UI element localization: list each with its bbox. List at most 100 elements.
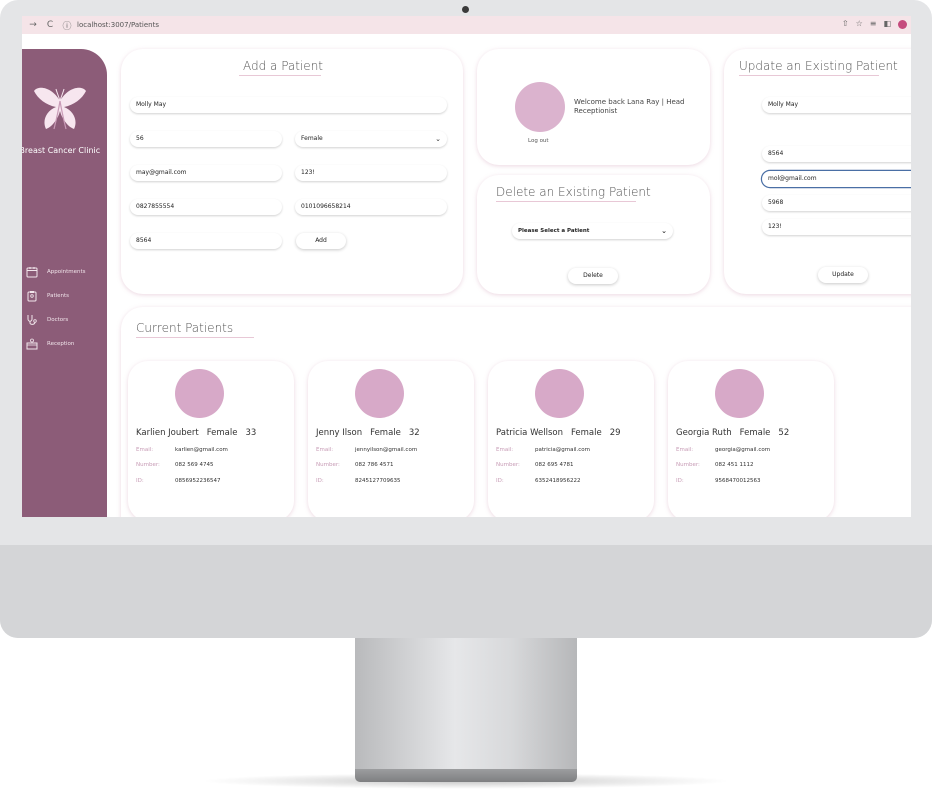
welcome-card: Welcome back Lana Ray | Head Receptionis… (477, 49, 710, 165)
patient-card[interactable]: Georgia Ruth Female 52 Email: georgia@gmai… (668, 361, 834, 517)
patient-avatar (715, 369, 764, 418)
address-bar[interactable]: localhost:3007/Patients (77, 21, 159, 29)
update-password-input[interactable]: 123! (762, 219, 911, 235)
receptionist-avatar (515, 82, 565, 132)
reading-list-icon[interactable]: ≡ (870, 19, 877, 29)
patient-heading: Karlien Joubert Female 33 (136, 428, 256, 438)
gender-select-value: Female (301, 135, 323, 142)
patient-heading: Jenny Ilson Female 32 (316, 428, 420, 438)
patient-age: 52 (778, 428, 790, 438)
forward-icon[interactable]: → (27, 20, 39, 30)
patient-name: Georgia Ruth (676, 428, 732, 438)
email-input[interactable]: may@gmail.com (130, 165, 282, 181)
add-button[interactable]: Add (296, 233, 346, 249)
add-patient-title: Add a Patient (243, 59, 323, 73)
update-patient-card: Update an Existing Patient Molly May 856… (724, 49, 911, 294)
patient-number: 082 695 4781 (535, 462, 574, 468)
patient-id: 8245127709635 (355, 478, 401, 484)
sidebar-item-doctors[interactable]: Doctors (26, 314, 68, 326)
patient-number-input[interactable]: 8564 (130, 233, 282, 249)
email-label: Email: (676, 447, 694, 453)
sidebar-item-label: Patients (47, 293, 70, 299)
password-input[interactable]: 123! (295, 165, 447, 181)
patient-email: jennyilson@gmail.com (355, 447, 418, 453)
star-icon[interactable]: ☆ (856, 19, 863, 29)
id-number-input[interactable]: 0101096658214 (295, 199, 447, 215)
patient-number: 082 451 1112 (715, 462, 754, 468)
patient-card[interactable]: Patricia Wellson Female 29 Email: patricia… (488, 361, 654, 517)
id-label: ID: (676, 478, 684, 484)
patient-select[interactable]: Please Select a Patient ⌄ (512, 223, 673, 239)
email-label: Email: (136, 447, 154, 453)
patient-gender: Female (206, 428, 238, 438)
patient-id: 9568470012563 (715, 478, 761, 484)
id-label: ID: (316, 478, 324, 484)
age-input[interactable]: 56 (130, 131, 282, 147)
update-email-input[interactable]: mol@gmail.com (762, 171, 911, 187)
sidepanel-icon[interactable]: ◧ (883, 19, 891, 29)
chevron-down-icon: ⌄ (661, 227, 667, 235)
patient-email: karlien@gmail.com (175, 447, 228, 453)
sidebar-item-label: Reception (47, 341, 75, 347)
calendar-icon (26, 267, 38, 278)
delete-button[interactable]: Delete (568, 268, 618, 284)
email-label: Email: (496, 447, 514, 453)
phone-input[interactable]: 0827855554 (130, 199, 282, 215)
monitor-stand (355, 638, 577, 770)
update-patient-number-input[interactable]: 8564 (762, 146, 911, 162)
patient-gender: Female (570, 428, 602, 438)
extension-icon[interactable] (898, 20, 907, 29)
reload-icon[interactable]: C (44, 20, 56, 30)
browser-actions: ⇧ ☆ ≡ ◧ (842, 19, 907, 29)
delete-patient-card: Delete an Existing Patient Please Select… (477, 175, 710, 294)
current-patients-title: Current Patients (136, 321, 234, 335)
patient-id: 6352418956222 (535, 478, 581, 484)
patient-avatar (175, 369, 224, 418)
patient-card[interactable]: Karlien Joubert Female 33 Email: karlien@g… (128, 361, 294, 517)
clipboard-icon (27, 291, 37, 302)
screen: → C ⓘ localhost:3007/Patients ⇧ ☆ ≡ ◧ Th… (22, 16, 911, 517)
number-label: Number: (496, 462, 520, 468)
patient-select-value: Please Select a Patient (518, 228, 590, 234)
patient-email: georgia@gmail.com (715, 447, 771, 453)
sidebar: The Breast Cancer Clinic Appointments Pa… (22, 49, 107, 517)
delete-patient-title: Delete an Existing Patient (496, 185, 651, 199)
patient-age: 33 (245, 428, 257, 438)
patient-age: 32 (408, 428, 420, 438)
id-label: ID: (136, 478, 144, 484)
number-label: Number: (676, 462, 700, 468)
patient-gender: Female (739, 428, 771, 438)
monitor-chin (0, 545, 932, 638)
info-icon[interactable]: ⓘ (61, 19, 73, 32)
update-field-input[interactable]: 5968 (762, 195, 911, 211)
welcome-text: Welcome back Lana Ray | Head Receptionis… (574, 98, 685, 115)
gender-select[interactable]: Female ⌄ (295, 131, 447, 147)
patient-id: 0856952236547 (175, 478, 221, 484)
desktop-mockup: → C ⓘ localhost:3007/Patients ⇧ ☆ ≡ ◧ Th… (0, 0, 932, 793)
stethoscope-icon (27, 315, 37, 325)
title-underline (136, 337, 254, 338)
update-button[interactable]: Update (818, 267, 868, 283)
patient-age: 29 (609, 428, 621, 438)
sidebar-item-patients[interactable]: Patients (26, 290, 69, 302)
update-name-input[interactable]: Molly May (762, 97, 911, 113)
sidebar-item-appointments[interactable]: Appointments (26, 266, 86, 278)
patient-card[interactable]: Jenny Ilson Female 32 Email: jennyilson@gm… (308, 361, 474, 517)
title-underline (739, 75, 879, 76)
patient-name: Jenny Ilson (316, 428, 363, 438)
logout-link[interactable]: Log out (528, 138, 549, 144)
reception-desk-icon (26, 338, 38, 350)
number-label: Number: (136, 462, 160, 468)
patient-heading: Georgia Ruth Female 52 (676, 428, 789, 438)
sidebar-item-reception[interactable]: Reception (26, 338, 74, 350)
patient-name: Karlien Joubert (136, 428, 199, 438)
share-icon[interactable]: ⇧ (842, 19, 849, 29)
patient-number: 082 786 4571 (355, 462, 394, 468)
patient-avatar (535, 369, 584, 418)
add-patient-card: Add a Patient Molly May 56 Female ⌄ may@… (121, 49, 463, 294)
patient-gender: Female (370, 428, 401, 438)
email-label: Email: (316, 447, 334, 453)
name-input[interactable]: Molly May (130, 97, 447, 113)
update-patient-title: Update an Existing Patient (739, 59, 898, 73)
patient-email: patricia@gmail.com (535, 447, 590, 453)
